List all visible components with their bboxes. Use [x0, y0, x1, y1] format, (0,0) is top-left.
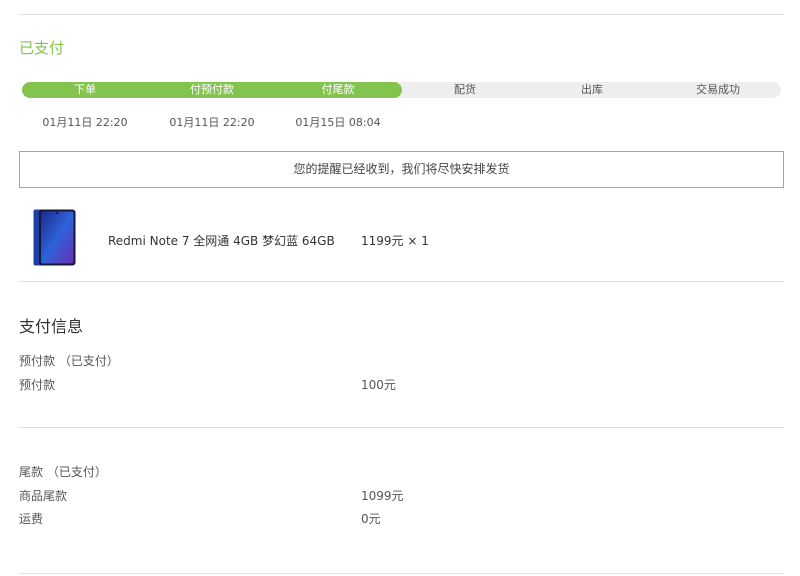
progress-step-deposit: 付预付款 [190, 83, 234, 96]
order-progress-bar [22, 82, 781, 98]
progress-step-complete: 交易成功 [696, 83, 740, 96]
bottom-divider [19, 573, 784, 574]
shipping-fee-value: 0元 [361, 512, 381, 526]
payment-info-title: 支付信息 [19, 317, 84, 336]
goods-balance-value: 1099元 [361, 489, 404, 503]
progress-step-balance: 付尾款 [321, 83, 355, 96]
step-time-order: 01月11日 22:20 [42, 116, 128, 129]
step-time-balance: 01月15日 08:04 [295, 116, 381, 129]
phone-image[interactable] [33, 209, 76, 266]
reminder-notice: 您的提醒已经收到，我们将尽快安排发货 [19, 151, 784, 188]
deposit-value: 100元 [361, 378, 396, 392]
progress-step-order: 下单 [74, 83, 96, 96]
goods-balance-label: 商品尾款 [19, 489, 68, 503]
product-price-quantity: 1199元 × 1 [361, 234, 429, 248]
deposit-heading: 预付款 （已支付） [19, 354, 119, 368]
progress-step-picking: 配货 [454, 83, 476, 96]
deposit-label: 预付款 [19, 378, 56, 392]
top-divider [19, 14, 784, 15]
order-status: 已支付 [19, 39, 65, 57]
product-divider [19, 281, 784, 282]
product-name[interactable]: Redmi Note 7 全网通 4GB 梦幻蓝 64GB [108, 232, 335, 249]
balance-heading: 尾款 （已支付） [19, 465, 107, 479]
step-time-deposit: 01月11日 22:20 [169, 116, 255, 129]
progress-step-shipped: 出库 [581, 83, 603, 96]
deposit-divider [19, 427, 784, 428]
shipping-fee-label: 运费 [19, 512, 44, 526]
